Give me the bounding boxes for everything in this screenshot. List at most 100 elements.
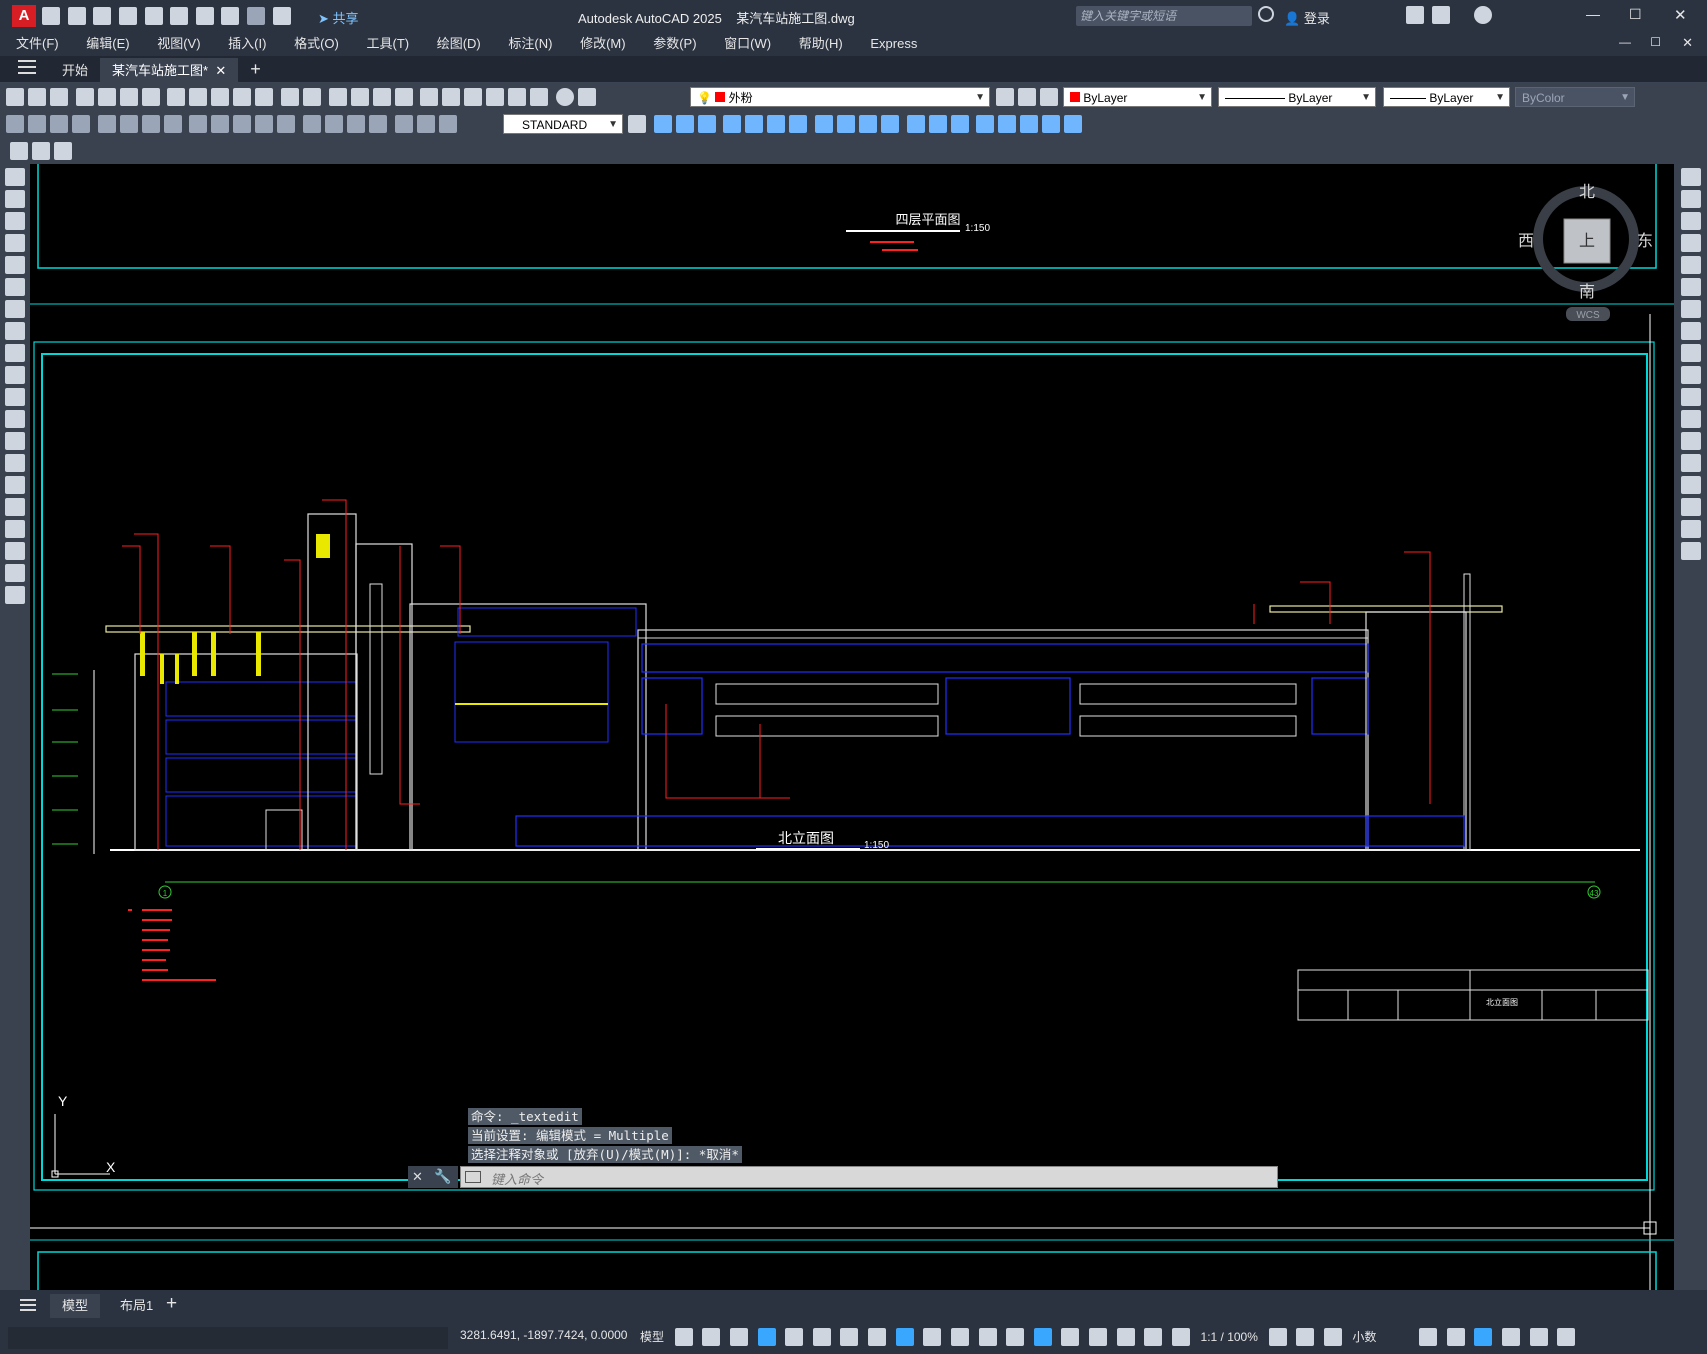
jogged-linear-icon[interactable] — [368, 115, 387, 133]
ellipse-icon[interactable] — [5, 366, 25, 384]
shell-icon[interactable] — [1064, 115, 1083, 133]
fillet-icon[interactable] — [1680, 498, 1701, 516]
intersect-icon[interactable] — [858, 115, 877, 133]
extrude-icon[interactable] — [723, 115, 742, 133]
markup-icon[interactable] — [508, 88, 527, 106]
diameter-dim-icon[interactable] — [141, 115, 160, 133]
redo-icon[interactable] — [302, 88, 321, 106]
gizmo-icon[interactable] — [1089, 1328, 1108, 1346]
hamburger-menu-icon[interactable] — [18, 60, 36, 74]
tool-palettes-icon[interactable] — [464, 88, 483, 106]
viewcube-south[interactable]: 南 — [1579, 282, 1595, 301]
stretch-icon[interactable] — [1680, 344, 1701, 362]
lock-ui-icon[interactable] — [1446, 1328, 1465, 1346]
open-from-web-icon[interactable] — [144, 7, 163, 25]
dim-update-icon[interactable] — [438, 115, 457, 133]
matchprop-icon[interactable] — [233, 88, 252, 106]
explode-icon[interactable] — [1680, 542, 1701, 560]
polygon-icon[interactable] — [5, 234, 25, 252]
3d-rotate-icon[interactable] — [906, 115, 925, 133]
line-icon[interactable] — [5, 168, 25, 186]
polyline-icon[interactable] — [5, 212, 25, 230]
viewcube-north[interactable]: 北 — [1579, 182, 1595, 201]
revision-cloud-icon[interactable] — [5, 322, 25, 340]
copy-icon[interactable] — [189, 88, 208, 106]
lineweight-icon[interactable] — [923, 1328, 942, 1346]
save-as-icon[interactable] — [118, 7, 137, 25]
aligned-dim-icon[interactable] — [28, 115, 46, 133]
menu-tools[interactable]: 工具(T) — [366, 32, 409, 56]
chamfer-icon[interactable] — [1680, 476, 1701, 494]
tab-layout1[interactable]: 布局1 — [110, 1294, 163, 1318]
text-style-dropdown[interactable]: STANDARD ▼ — [503, 114, 623, 134]
help-icon[interactable] — [555, 88, 574, 106]
model-space-button[interactable]: 模型 — [636, 1326, 668, 1348]
menu-insert[interactable]: 插入(I) — [228, 32, 266, 56]
cut-icon[interactable] — [167, 88, 186, 106]
minimize-button[interactable]: — — [1586, 6, 1600, 22]
customize-qat-icon[interactable] — [272, 7, 291, 25]
scale-icon[interactable] — [1680, 322, 1701, 340]
save-to-web-icon[interactable] — [170, 7, 189, 25]
cart-icon[interactable] — [1404, 6, 1426, 24]
design-center-icon[interactable] — [442, 88, 461, 106]
publish-icon[interactable] — [119, 88, 138, 106]
menu-window[interactable]: 窗口(W) — [724, 32, 771, 56]
construction-line-icon[interactable] — [5, 190, 25, 208]
pan-icon[interactable] — [328, 88, 347, 106]
search-input[interactable]: 键入关键字或短语 — [1076, 6, 1252, 26]
menu-edit[interactable]: 编辑(E) — [86, 32, 129, 56]
3d-move-icon[interactable] — [880, 115, 899, 133]
selection-filter-icon[interactable] — [1061, 1328, 1080, 1346]
zoom-window-icon[interactable] — [372, 88, 391, 106]
dim-text-edit-icon[interactable] — [416, 115, 435, 133]
menu-file[interactable]: 文件(F) — [16, 32, 59, 56]
color-dropdown[interactable]: ByLayer ▼ — [1063, 87, 1212, 107]
add-selected-icon[interactable] — [5, 586, 25, 604]
annotation-scale-value[interactable]: 1:1 / 100% — [1197, 1326, 1262, 1348]
customize-status-icon[interactable] — [1557, 1328, 1576, 1346]
cone-icon[interactable] — [697, 115, 716, 133]
make-current-layer-icon[interactable] — [996, 88, 1014, 106]
table-icon[interactable] — [5, 542, 25, 560]
selection-cycling-icon[interactable] — [978, 1328, 997, 1346]
arc-icon[interactable] — [5, 278, 25, 296]
workspace-gear-icon[interactable] — [1268, 1328, 1287, 1346]
infer-constraints-icon[interactable] — [729, 1328, 748, 1346]
layout-menu-icon[interactable] — [20, 1299, 36, 1311]
open-file-icon[interactable] — [67, 7, 86, 25]
extend-icon[interactable] — [1680, 388, 1701, 406]
new-file-icon[interactable] — [42, 7, 60, 25]
viewcube-east[interactable]: 东 — [1637, 231, 1653, 250]
array-icon[interactable] — [1680, 256, 1701, 274]
new-tab-button[interactable]: + — [238, 56, 273, 82]
isodraft-icon[interactable] — [840, 1328, 859, 1346]
maximize-button[interactable]: ☐ — [1629, 6, 1642, 23]
command-input[interactable]: 键入命令 — [460, 1166, 1278, 1188]
coordinate-readout[interactable]: 3281.6491, -1897.7424, 0.0000 — [460, 1328, 627, 1342]
tab-close-icon[interactable]: ✕ — [215, 63, 226, 78]
inspection-icon[interactable] — [346, 115, 365, 133]
open-icon[interactable] — [28, 88, 46, 106]
login-button[interactable]: 👤 登录 — [1284, 8, 1330, 27]
edit-attribute-icon[interactable] — [10, 142, 28, 160]
sweep-icon[interactable] — [767, 115, 786, 133]
grid-icon[interactable] — [674, 1328, 693, 1346]
doc-restore-button[interactable]: ☐ — [1650, 35, 1661, 49]
lineweight-dropdown[interactable]: ByLayer ▼ — [1383, 87, 1510, 107]
3d-align-icon[interactable] — [928, 115, 947, 133]
slice-icon[interactable] — [976, 115, 995, 133]
plot-icon[interactable] — [75, 88, 94, 106]
object-snap-icon[interactable] — [895, 1328, 914, 1346]
tolerance-icon[interactable] — [302, 115, 321, 133]
angular-dim-icon[interactable] — [163, 115, 182, 133]
menu-format[interactable]: 格式(O) — [294, 32, 339, 56]
drawing-canvas[interactable]: 四层平面图 1:150 上 北 南 西 东 WCS 1 43 北立面图 1:15… — [30, 164, 1674, 1290]
attribute-manager-icon[interactable] — [32, 142, 50, 160]
calculator-icon[interactable] — [530, 88, 549, 106]
menu-express[interactable]: Express — [870, 32, 917, 56]
preview-icon[interactable] — [97, 88, 116, 106]
mirror-icon[interactable] — [1680, 212, 1701, 230]
quick-properties-icon[interactable] — [1419, 1328, 1438, 1346]
rectangle-icon[interactable] — [5, 256, 25, 274]
